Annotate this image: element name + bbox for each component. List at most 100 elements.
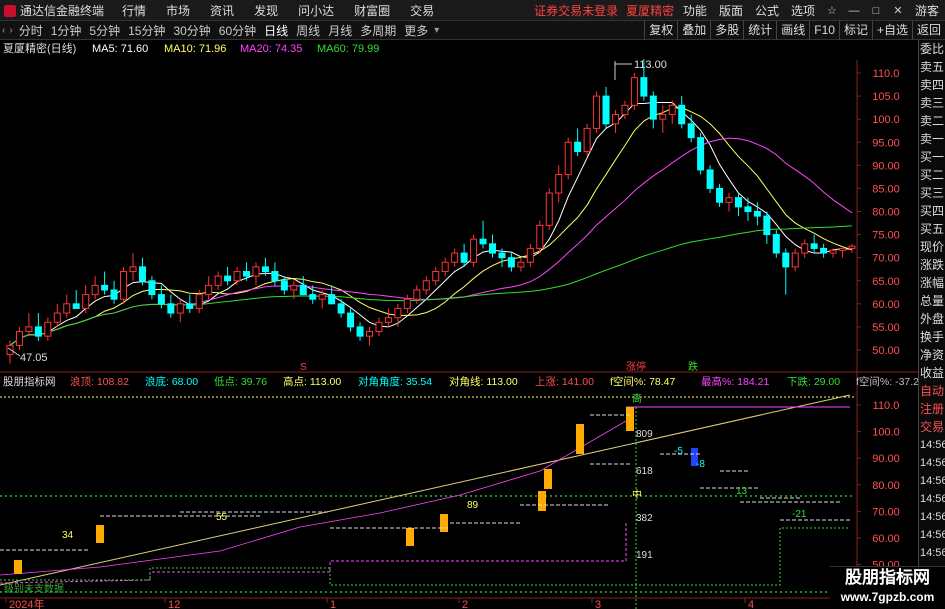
side-item: 卖三 (920, 96, 945, 110)
side-item: 买五 (920, 222, 945, 236)
label-top: 高 (632, 392, 642, 405)
period-60min[interactable]: 60分钟 (215, 22, 260, 39)
f10-button[interactable]: F10 (809, 21, 839, 40)
candle-body (15, 331, 23, 346)
candle-body (120, 271, 128, 300)
menu-options[interactable]: 选项 (785, 2, 821, 19)
chevron-down-icon[interactable]: ▾ (432, 25, 441, 36)
period-monthly[interactable]: 月线 (324, 22, 356, 39)
candle-body (697, 137, 705, 171)
ind-tick-label: 90.00 (872, 453, 900, 465)
candle-body (72, 303, 80, 309)
period-30min[interactable]: 30分钟 (169, 22, 214, 39)
maximize-icon[interactable]: □ (865, 5, 887, 17)
candle-body (224, 275, 232, 282)
app-name: 通达信金融终端 (20, 3, 105, 18)
candle-body (564, 141, 572, 176)
forward-arrow-icon[interactable]: › (7, 25, 14, 36)
candle-body (801, 243, 809, 254)
overlay-button[interactable]: 叠加 (677, 21, 710, 40)
menu-discover[interactable]: 发现 (244, 2, 288, 19)
candle-body (25, 326, 33, 333)
x-tick-label: 3 (595, 599, 601, 609)
menu-quotes[interactable]: 行情 (112, 2, 156, 19)
adjust-button[interactable]: 复权 (644, 21, 677, 40)
wave-bar (576, 424, 584, 454)
side-item: 现价 (920, 240, 945, 254)
menu-news[interactable]: 资讯 (200, 2, 244, 19)
price-tick-label: 60.00 (872, 299, 900, 311)
period-tick[interactable]: 分时 (15, 22, 47, 39)
candle-body (271, 271, 279, 282)
ma20-line (9, 137, 853, 346)
side-item[interactable]: 自动 (919, 382, 945, 400)
guest-label[interactable]: 游客 (909, 2, 945, 19)
wave-bar (626, 407, 634, 431)
candle-body (186, 303, 194, 309)
multi-stock-button[interactable]: 多股 (710, 21, 743, 40)
x-tick-label: 4 (748, 599, 754, 609)
draw-button[interactable]: 画线 (776, 21, 809, 40)
menu-wealth[interactable]: 财富圈 (344, 2, 400, 19)
ind-tick-label: 100.0 (872, 427, 900, 439)
signal-marker-down: 跌 (688, 360, 698, 373)
side-item[interactable]: 注册 (919, 400, 945, 418)
app-logo-icon (4, 4, 16, 17)
side-item[interactable]: 交易 (919, 418, 945, 436)
close-icon[interactable]: ✕ (887, 4, 909, 17)
login-warning[interactable]: 证券交易未登录 (530, 2, 622, 19)
candle-body (640, 77, 648, 97)
candle-body (593, 95, 601, 129)
period-1min[interactable]: 1分钟 (47, 22, 86, 39)
pin-icon[interactable]: ☆ (821, 4, 843, 17)
candle-body (280, 280, 288, 291)
menu-market[interactable]: 市场 (156, 2, 200, 19)
side-item: 净资 (920, 348, 945, 362)
indicator-param: 高点: 113.00 (283, 375, 341, 388)
candle-body (167, 303, 175, 314)
side-item: 卖四 (920, 78, 945, 92)
wave-bar (96, 525, 104, 543)
indicator-param: 对角线: 113.00 (449, 375, 518, 388)
candle-body (498, 252, 506, 259)
price-tick-label: 70.00 (872, 253, 900, 265)
side-time: 14:56 (920, 493, 945, 505)
indicator-dashes (0, 414, 850, 551)
side-time: 14:56 (920, 511, 945, 523)
candle-body (820, 247, 828, 254)
period-weekly[interactable]: 周线 (292, 22, 324, 39)
menu-ask[interactable]: 问小达 (288, 2, 344, 19)
period-multi[interactable]: 多周期 (356, 22, 400, 39)
menu-trade[interactable]: 交易 (400, 2, 444, 19)
return-button[interactable]: 返回 (911, 21, 945, 40)
menu-function[interactable]: 功能 (677, 2, 713, 19)
candle-body (384, 317, 392, 323)
signal-marker-limit-up: 涨停 (626, 360, 646, 373)
period-daily[interactable]: 日线 (260, 22, 292, 39)
x-tick-label: 2024年 (9, 597, 44, 609)
mark-button[interactable]: 标记 (838, 21, 872, 40)
watermark: 股朋指标网 www.7gpzb.com (830, 566, 945, 609)
candle-body (753, 211, 761, 217)
period-5min[interactable]: 5分钟 (85, 22, 124, 39)
price-tick-label: 50.00 (872, 345, 900, 357)
wave-bar (406, 528, 414, 546)
kline-chart[interactable]: 夏厦精密(日线) MA5: 71.60 MA10: 71.96 MA20: 74… (0, 40, 918, 609)
x-tick-label: 2 (462, 599, 468, 609)
back-arrow-icon[interactable]: ‹ (0, 25, 7, 36)
indicator-param: 上涨: 141.00 (535, 376, 594, 388)
wave-bar (440, 514, 448, 532)
menu-layout[interactable]: 版面 (713, 2, 749, 19)
minimize-icon[interactable]: — (843, 5, 865, 17)
stats-button[interactable]: 统计 (743, 21, 776, 40)
menu-formula[interactable]: 公式 (749, 2, 785, 19)
side-item: 总量 (920, 294, 945, 308)
candle-body (252, 266, 260, 277)
period-more[interactable]: 更多 (400, 22, 432, 39)
candle-body (545, 192, 553, 226)
period-15min[interactable]: 15分钟 (124, 22, 169, 39)
min-price-label: 47.05 (20, 352, 48, 364)
add-watchlist-button[interactable]: +自选 (871, 21, 912, 40)
side-item: 买二 (920, 168, 945, 182)
ind-tick-label: 80.00 (872, 480, 900, 492)
